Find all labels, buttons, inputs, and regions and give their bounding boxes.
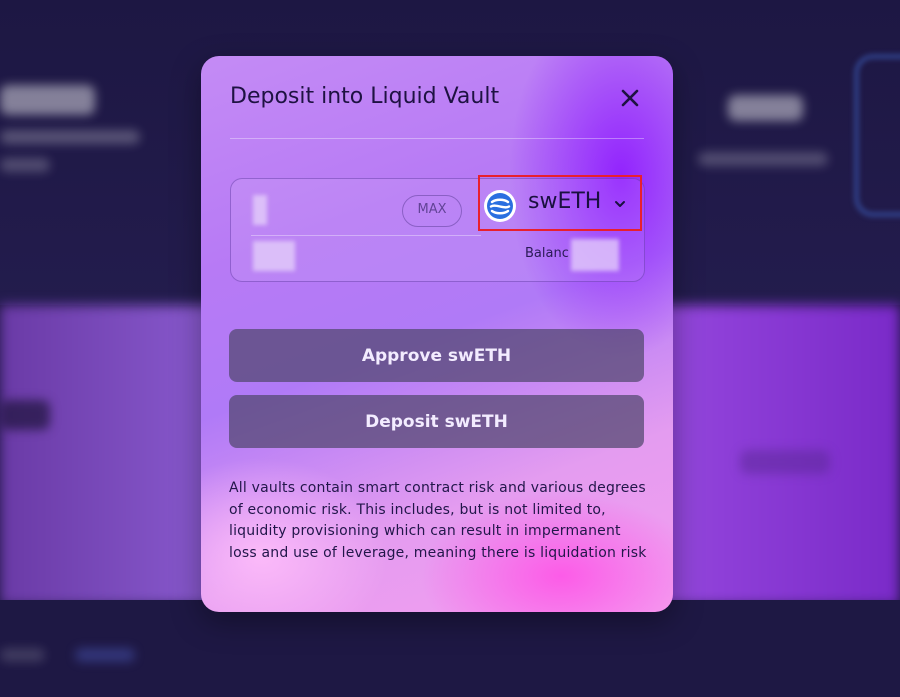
background-blur-block — [698, 152, 828, 166]
chevron-down-icon — [615, 201, 625, 207]
max-button[interactable]: MAX — [402, 195, 462, 227]
background-footer-area — [0, 600, 900, 697]
background-blur-block — [0, 158, 50, 172]
deposit-button[interactable]: Deposit swETH — [229, 395, 644, 448]
background-blur-block — [0, 400, 50, 430]
close-icon — [621, 89, 639, 107]
token-selector[interactable]: swETH — [478, 175, 642, 231]
modal-header: Deposit into Liquid Vault — [230, 82, 644, 139]
close-button[interactable] — [616, 84, 644, 112]
background-card-frame — [855, 55, 900, 216]
balance-label: Balanc — [525, 246, 569, 261]
background-blur-block — [740, 450, 830, 474]
token-symbol: swETH — [528, 189, 602, 214]
sweth-logo-icon — [484, 190, 516, 222]
redacted-balance — [571, 239, 619, 271]
amount-input[interactable] — [251, 195, 405, 229]
risk-disclaimer: All vaults contain smart contract risk a… — [229, 480, 647, 561]
sweth-logo-svg — [487, 193, 513, 219]
background-blur-block — [0, 648, 45, 662]
background-blur-block — [0, 85, 95, 115]
redacted-usd-value — [253, 241, 295, 271]
redacted-amount — [253, 195, 267, 225]
background-blur-block — [75, 648, 135, 662]
input-divider — [251, 235, 481, 236]
deposit-modal: Deposit into Liquid Vault MAX swETH Bala… — [201, 56, 673, 612]
background-blur-block — [728, 95, 803, 121]
deposit-input-card: MAX swETH Balanc — [230, 175, 645, 282]
approve-button[interactable]: Approve swETH — [229, 329, 644, 382]
modal-title: Deposit into Liquid Vault — [230, 84, 500, 109]
background-blur-block — [0, 130, 140, 144]
